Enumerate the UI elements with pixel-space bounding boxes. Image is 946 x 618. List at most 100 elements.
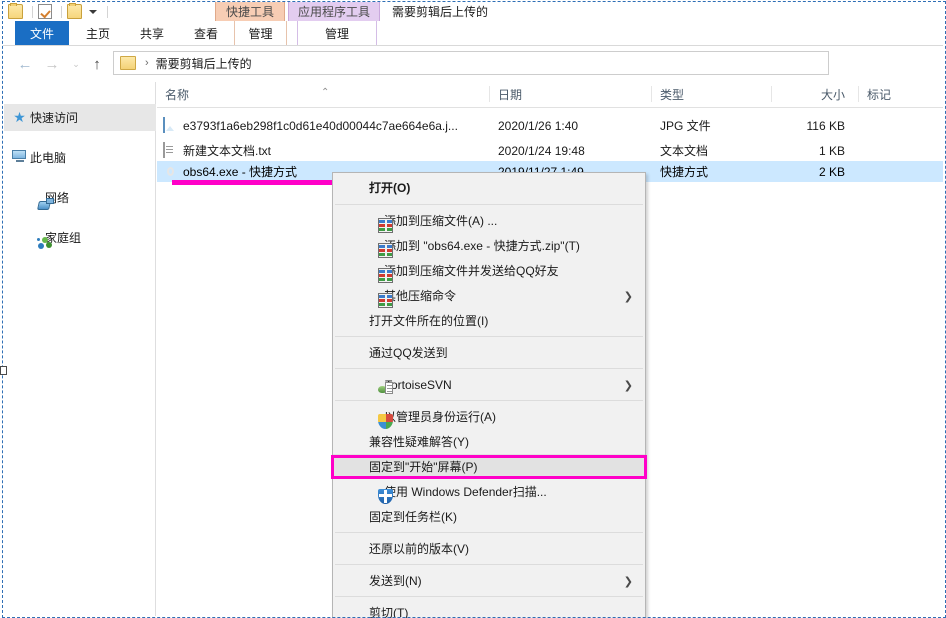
menu-item-tortoisesvn[interactable]: TortoiseSVN ❯ [333,372,645,397]
homegroup-icon [37,237,53,250]
menu-item-send-via-qq[interactable]: 通过QQ发送到 [333,340,645,365]
tab-label: 主页 [85,27,110,41]
menu-item-open[interactable]: 打开(O) [333,173,645,201]
recent-locations-button[interactable]: ⌄ [67,55,85,73]
menu-item-pin-to-start[interactable]: 固定到"开始"屏幕(P) [333,454,645,479]
menu-item-label: 使用 Windows Defender扫描... [384,485,547,499]
chevron-right-icon: ❯ [623,576,633,588]
menu-item-label: 其他压缩命令 [384,289,457,303]
address-input[interactable]: › 需要剪辑后上传的 [113,51,829,75]
file-type: 快捷方式 [660,165,709,179]
menu-item-compatibility-troubleshoot[interactable]: 兼容性疑难解答(Y) [333,429,645,454]
menu-item-label: 通过QQ发送到 [369,346,448,360]
toolbar-divider [61,5,62,18]
tab-manage-shortcut[interactable]: 管理 [234,21,287,46]
column-header-size[interactable]: 大小 [772,82,857,106]
menu-item-label: 兼容性疑难解答(Y) [369,435,469,449]
contextual-tab-header-application: 应用程序工具 [288,2,380,21]
tab-view[interactable]: 查看 [181,21,231,46]
menu-item-other-archive-commands[interactable]: 其他压缩命令 ❯ [333,283,645,308]
column-header-tag[interactable]: 标记 [859,82,943,106]
tab-manage-application[interactable]: 管理 [297,21,377,46]
sidebar-item-label: 此电脑 [30,151,67,165]
sidebar-item-this-pc[interactable]: 此电脑 [4,144,156,171]
context-menu: 打开(O) 添加到压缩文件(A) ... 添加到 "obs64.exe - 快捷… [332,172,646,618]
file-type: JPG 文件 [660,119,711,133]
file-name: e3793f1a6eb298f1c0d61e40d00044c7ae664e6a… [183,118,458,133]
menu-item-archive-and-send-qq[interactable]: 添加到压缩文件并发送给QQ好友 [333,258,645,283]
sort-ascending-icon: ⌃ [321,87,330,98]
menu-item-label: TortoiseSVN [385,377,452,392]
folder-icon[interactable] [8,3,23,19]
menu-separator [335,336,643,337]
file-size: 2 KB [818,164,845,179]
properties-icon[interactable] [38,4,52,19]
arrow-up-icon: ↑ [93,55,101,73]
new-folder-icon[interactable] [67,3,82,19]
tab-share[interactable]: 共享 [127,21,177,46]
winrar-icon [378,243,393,258]
menu-item-label: 添加到 "obs64.exe - 快捷方式.zip"(T) [384,239,580,253]
chevron-down-icon[interactable] [89,9,97,14]
table-row[interactable]: 新建文本文档.txt 2020/1/24 19:48 文本文档 1 KB [157,140,943,161]
toolbar-divider [107,5,108,18]
file-tag [859,115,943,136]
menu-item-label: 打开(O) [369,180,411,195]
tab-label: 管理 [248,27,273,41]
menu-item-add-to-archive[interactable]: 添加到压缩文件(A) ... [333,208,645,233]
menu-item-add-to-named-zip[interactable]: 添加到 "obs64.exe - 快捷方式.zip"(T) [333,233,645,258]
tab-file[interactable]: 文件 [15,21,69,46]
menu-separator [335,596,643,597]
menu-item-send-to[interactable]: 发送到(N) ❯ [333,568,645,593]
address-bar: ← → ⌄ ↑ › 需要剪辑后上传的 [3,47,943,81]
menu-separator [335,400,643,401]
file-size: 1 KB [818,143,845,158]
up-button[interactable]: ↑ [88,55,106,73]
forward-button[interactable]: → [43,55,61,73]
menu-item-cut[interactable]: 剪切(T) [333,600,645,618]
column-label: 标记 [867,87,892,102]
winrar-icon [378,293,393,308]
column-label: 类型 [660,87,685,102]
contextual-tab-header-shortcut: 快捷工具 [215,2,285,21]
file-size: 116 KB [806,118,845,133]
chevron-right-icon: ❯ [623,291,633,303]
menu-item-label: 固定到"开始"屏幕(P) [369,460,478,474]
column-header-date[interactable]: 日期 [490,82,650,106]
menu-item-pin-to-taskbar[interactable]: 固定到任务栏(K) [333,504,645,529]
navigation-pane: ★ 快速访问 此电脑 网络 家庭组 [4,82,156,616]
menu-separator [335,204,643,205]
breadcrumb[interactable]: 需要剪辑后上传的 [156,55,252,72]
sidebar-item-homegroup[interactable]: 家庭组 [4,224,156,251]
contextual-tab-label: 应用程序工具 [297,5,370,19]
menu-item-open-file-location[interactable]: 打开文件所在的位置(I) [333,308,645,333]
menu-item-label: 固定到任务栏(K) [369,510,457,524]
annotation-underline [172,180,332,185]
ribbon-tab-row: 文件 主页 共享 查看 管理 管理 [3,21,943,46]
menu-item-label: 打开文件所在的位置(I) [369,314,489,328]
column-header-type[interactable]: 类型 [652,82,770,106]
menu-separator [335,564,643,565]
menu-item-scan-with-defender[interactable]: 使用 Windows Defender扫描... [333,479,645,504]
column-label: 大小 [820,87,845,102]
menu-item-run-as-administrator[interactable]: 以管理员身份运行(A) [333,404,645,429]
breadcrumb-separator-icon[interactable]: › [145,57,149,69]
file-type: 文本文档 [660,144,709,158]
sidebar-item-network[interactable]: 网络 [4,184,156,211]
network-icon [37,197,54,210]
column-label: 日期 [498,87,523,102]
window-title: 需要剪辑后上传的 [392,5,489,19]
forward-icon: → [44,55,60,73]
menu-item-restore-previous-versions[interactable]: 还原以前的版本(V) [333,536,645,561]
menu-item-label: 发送到(N) [369,574,422,588]
selection-handle[interactable] [0,366,7,375]
back-button[interactable]: ← [16,55,34,73]
winrar-icon [378,268,393,283]
back-icon: ← [17,55,33,73]
table-row[interactable]: e3793f1a6eb298f1c0d61e40d00044c7ae664e6a… [157,115,943,136]
computer-icon [12,150,27,162]
menu-item-label: 剪切(T) [369,606,409,618]
menu-separator [335,368,643,369]
tab-home[interactable]: 主页 [73,21,123,46]
sidebar-item-quick-access[interactable]: ★ 快速访问 [4,104,156,131]
